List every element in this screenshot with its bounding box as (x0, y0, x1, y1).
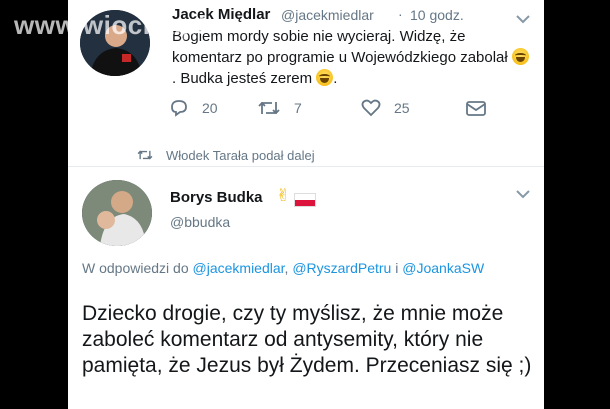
like-icon (361, 99, 381, 117)
watermark: www.wiocha.pl (14, 10, 206, 40)
grinning-emoji-icon (316, 69, 334, 86)
mention-link[interactable]: @JoankaSW (402, 260, 484, 276)
tweet-text: Bogiem mordy sobie nie wycieraj. Widzę, … (172, 26, 532, 89)
retweet-notice[interactable]: Włodek Tarała podał dalej (136, 145, 315, 165)
caret-down-icon[interactable] (515, 13, 531, 25)
reply-context: W odpowiedzi do @jacekmiedlar, @RyszardP… (82, 258, 512, 278)
grinning-emoji-icon (511, 48, 529, 65)
tweet-text-part2: . Budka jesteś zerem (172, 70, 313, 87)
retweet-count: 7 (294, 100, 302, 116)
separator-dot: · (398, 6, 403, 22)
retweet-icon (137, 150, 153, 160)
tweet-text-end: . (333, 70, 338, 87)
dm-icon (466, 101, 486, 116)
avatar-borys[interactable] (82, 180, 152, 246)
direct-message-button[interactable] (464, 96, 488, 120)
reply-conjunction: i (395, 260, 399, 276)
timestamp[interactable]: 10 godz. (410, 7, 464, 23)
reply-count: 20 (202, 100, 218, 116)
author-handle[interactable]: @jacekmiedlar (281, 7, 374, 23)
poland-flag-icon (294, 193, 316, 207)
mention-link[interactable]: @RyszardPetru (292, 260, 391, 276)
tweet-text: Dziecko drogie, czy ty myślisz, że mnie … (82, 302, 532, 377)
retweet-icon (258, 101, 280, 115)
reply-button[interactable]: 20 (168, 96, 218, 120)
retweet-notice-text: Włodek Tarała podał dalej (166, 147, 315, 163)
like-button[interactable]: 25 (360, 96, 410, 120)
reply-comma: , (284, 260, 289, 276)
victory-hand-icon: ✌ (276, 186, 291, 205)
mention-link[interactable]: @jacekmiedlar (193, 260, 285, 276)
retweet-button[interactable]: 7 (256, 96, 302, 120)
reply-prefix: W odpowiedzi do (82, 260, 189, 276)
reply-icon (171, 100, 187, 117)
author-handle[interactable]: @bbudka (170, 214, 230, 230)
author-name[interactable]: Borys Budka (170, 189, 263, 206)
caret-down-icon[interactable] (515, 188, 531, 200)
like-count: 25 (394, 100, 410, 116)
divider (68, 166, 544, 167)
tweet-actions: 20 7 25 (168, 96, 528, 120)
tweet-panel: Jacek Międlar @jacekmiedlar · 10 godz. B… (68, 0, 544, 409)
tweet-text-part1: Bogiem mordy sobie nie wycieraj. Widzę, … (172, 28, 508, 66)
